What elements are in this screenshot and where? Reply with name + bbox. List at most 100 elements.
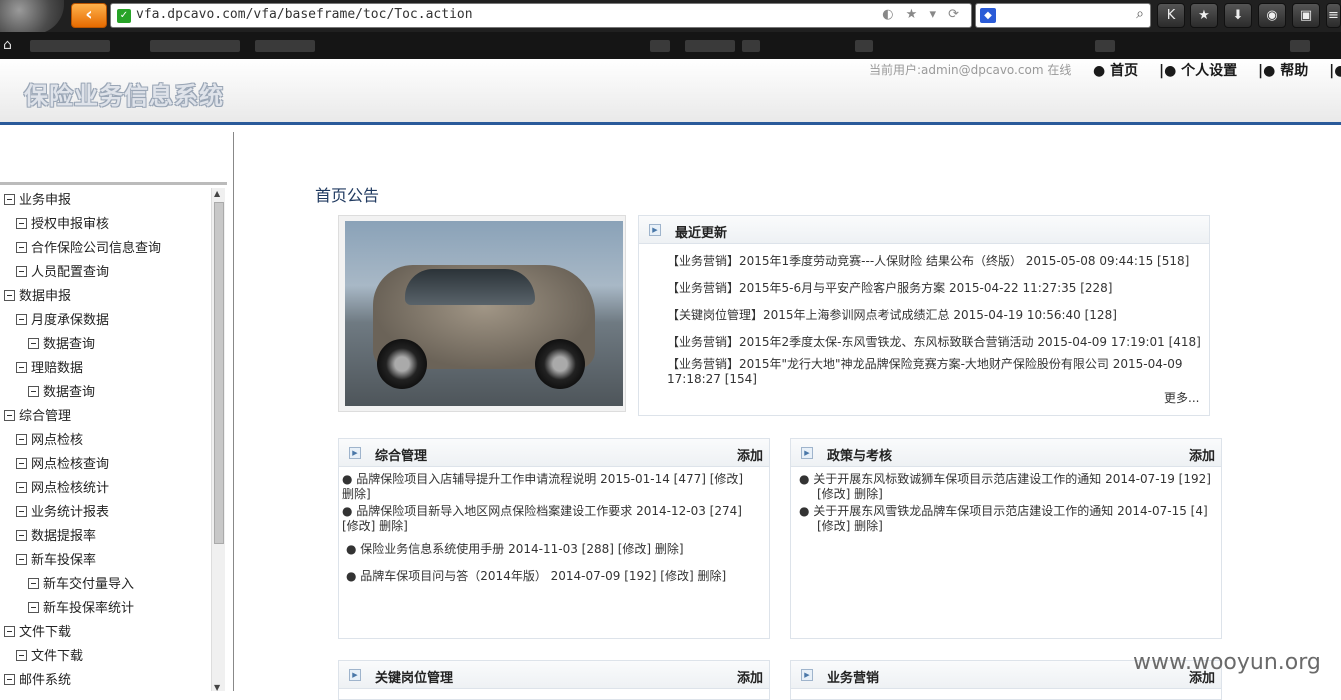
list-item[interactable]: 【业务营销】2015年5-6月与平安产险客户服务方案 2015-04-22 11… [667, 281, 1112, 296]
tree-item-label[interactable]: 理赔数据 [31, 361, 83, 376]
list-item[interactable]: ● 关于开展东风雪铁龙品牌车保项目示范店建设工作的通知 2014-07-15 [… [799, 504, 1219, 534]
tree-collapse-icon[interactable] [16, 242, 27, 253]
tree-item-label[interactable]: 网点检核 [31, 433, 83, 448]
bookmark-item[interactable] [855, 40, 873, 52]
keypost-add-button[interactable]: 添加 [737, 667, 763, 686]
tree-collapse-icon[interactable] [16, 554, 27, 565]
k-icon[interactable]: K [1157, 3, 1185, 28]
tree-item-label[interactable]: 综合管理 [19, 409, 71, 424]
bookmark-item[interactable] [150, 40, 240, 52]
tree-collapse-icon[interactable] [16, 218, 27, 229]
tree-collapse-icon[interactable] [16, 482, 27, 493]
tree-collapse-icon[interactable] [16, 458, 27, 469]
list-item-text[interactable]: 【业务营销】2015年"龙行大地"神龙品牌保险竞赛方案-大地财产保险股份有限公司… [667, 357, 1197, 372]
bookmark-item[interactable] [255, 40, 315, 52]
tree-item-label[interactable]: 人员配置查询 [31, 265, 109, 280]
list-item[interactable]: ● 品牌保险项目入店辅导提升工作申请流程说明 2015-01-14 [477] … [342, 472, 766, 502]
tree-item-label[interactable]: 文件下载 [31, 649, 83, 664]
list-item[interactable]: ● 保险业务信息系统使用手册 2014-11-03 [288] [修改] 删除] [346, 542, 684, 557]
tree-collapse-icon[interactable] [28, 338, 39, 349]
star-icon[interactable]: ★ [1190, 3, 1218, 28]
tree-item[interactable]: 数据查询 [28, 333, 95, 353]
tree-item[interactable]: 授权申报审核 [16, 213, 109, 233]
tree-item[interactable]: 数据查询 [28, 381, 95, 401]
list-item-text[interactable]: ● 品牌保险项目新导入地区网点保险档案建设工作要求 2014-12-03 [27… [342, 504, 766, 519]
url-text[interactable]: vfa.dpcavo.com/vfa/baseframe/toc/Toc.act… [136, 7, 473, 22]
tree-item[interactable]: 数据申报 [4, 285, 71, 305]
list-item[interactable]: 【业务营销】2015年2季度太保-东风雪铁龙、东风标致联合营销活动 2015-0… [667, 335, 1201, 350]
tree-item-label[interactable]: 新车投保率统计 [43, 601, 134, 616]
tree-item[interactable]: 人员配置查询 [16, 261, 109, 281]
bookmark-item[interactable] [650, 40, 670, 52]
tree-collapse-icon[interactable] [16, 314, 27, 325]
scroll-up-icon[interactable]: ▲ [214, 189, 220, 198]
tree-item[interactable]: 业务申报 [4, 189, 71, 209]
list-item-text[interactable]: 【业务营销】2015年2季度太保-东风雪铁龙、东风标致联合营销活动 2015-0… [667, 335, 1201, 349]
bookmark-item[interactable] [1290, 40, 1310, 52]
list-item-text[interactable]: 【业务营销】2015年5-6月与平安产险客户服务方案 2015-04-22 11… [667, 281, 1112, 295]
tree-item[interactable]: 文件下载 [16, 645, 83, 665]
tree-item-label[interactable]: 业务申报 [19, 193, 71, 208]
tree-item-label[interactable]: 授权申报审核 [31, 217, 109, 232]
tree-item-label[interactable]: 月度承保数据 [31, 313, 109, 328]
tree-item-label[interactable]: 新车投保率 [31, 553, 96, 568]
tree-item-label[interactable]: 数据提报率 [31, 529, 96, 544]
tree-collapse-icon[interactable] [16, 530, 27, 541]
list-item[interactable]: 【关键岗位管理】2015年上海参训网点考试成绩汇总 2015-04-19 10:… [667, 308, 1117, 323]
tree-item[interactable]: 新车交付量导入 [28, 573, 134, 593]
tree-item-label[interactable]: 合作保险公司信息查询 [31, 241, 161, 256]
tree-item[interactable]: 数据提报率 [16, 525, 96, 545]
tree-item[interactable]: 月度承保数据 [16, 309, 109, 329]
search-icon[interactable]: ⌕ [1136, 6, 1144, 22]
tree-collapse-icon[interactable] [28, 578, 39, 589]
url-bar-icons[interactable]: ◐ ★ ▾ ⟳ [882, 7, 963, 22]
scroll-thumb[interactable] [214, 202, 224, 544]
tree-item[interactable]: 网点检核统计 [16, 477, 109, 497]
tree-item-label[interactable]: 邮件系统 [19, 673, 71, 688]
list-item-text[interactable]: ● 品牌保险项目入店辅导提升工作申请流程说明 2015-01-14 [477] … [342, 472, 766, 487]
admin-add-button[interactable]: 添加 [737, 445, 763, 464]
firefox-logo-icon[interactable] [0, 0, 64, 34]
download-icon[interactable]: ⬇ [1224, 3, 1252, 28]
tree-item-label[interactable]: 数据查询 [43, 385, 95, 400]
bookmark-item[interactable] [685, 40, 735, 52]
list-item-actions[interactable]: [修改] 删除] [799, 487, 1219, 502]
list-item-text[interactable]: 【关键岗位管理】2015年上海参训网点考试成绩汇总 2015-04-19 10:… [667, 308, 1117, 322]
tv-icon[interactable]: ▣ [1292, 3, 1320, 28]
tree-item[interactable]: 邮件系统 [4, 669, 71, 689]
list-item-text[interactable]: ● 关于开展东风雪铁龙品牌车保项目示范店建设工作的通知 2014-07-15 [… [799, 504, 1219, 519]
tree-item[interactable]: 合作保险公司信息查询 [16, 237, 161, 257]
search-box[interactable]: ◆ ⌕ [975, 3, 1151, 28]
tree-collapse-icon[interactable] [16, 650, 27, 661]
tree-collapse-icon[interactable] [16, 506, 27, 517]
tree-item[interactable]: 理赔数据 [16, 357, 83, 377]
bookmark-item[interactable] [30, 40, 110, 52]
search-engine-icon[interactable]: ◆ [980, 8, 996, 23]
tree-collapse-icon[interactable] [16, 434, 27, 445]
nav-logout[interactable]: |● 登出 [1329, 63, 1341, 79]
tree-collapse-icon[interactable] [4, 626, 15, 637]
nav-home[interactable]: ● 首页 [1093, 63, 1146, 79]
tree-item[interactable]: 网点检核 [16, 429, 83, 449]
list-item[interactable]: 【业务营销】2015年"龙行大地"神龙品牌保险竞赛方案-大地财产保险股份有限公司… [667, 357, 1197, 387]
list-item-text-cont[interactable]: 17:18:27 [154] [667, 372, 1197, 387]
nav-home-label[interactable]: 首页 [1110, 63, 1138, 79]
tree-collapse-icon[interactable] [16, 266, 27, 277]
nav-help-label[interactable]: 帮助 [1280, 63, 1308, 79]
bookmark-item[interactable] [1095, 40, 1115, 52]
tree-item[interactable]: 文件下载 [4, 621, 71, 641]
list-item[interactable]: ● 品牌车保项目问与答（2014年版） 2014-07-09 [192] [修改… [346, 569, 726, 584]
scroll-down-icon[interactable]: ▼ [214, 683, 220, 691]
list-item-actions[interactable]: 删除] [342, 487, 766, 502]
policy-add-button[interactable]: 添加 [1189, 445, 1215, 464]
list-item-text[interactable]: ● 关于开展东风标致诚狮车保项目示范店建设工作的通知 2014-07-19 [1… [799, 472, 1219, 487]
tree-scrollbar[interactable]: ▲ ▼ [211, 188, 225, 691]
tree-collapse-icon[interactable] [4, 410, 15, 421]
tree-item-label[interactable]: 新车交付量导入 [43, 577, 134, 592]
tree-item-label[interactable]: 网点检核查询 [31, 457, 109, 472]
list-item-text[interactable]: 【业务营销】2015年1季度劳动竞赛---人保财险 结果公布（终版） 2015-… [667, 254, 1189, 268]
tree-collapse-icon[interactable] [4, 674, 15, 685]
tree-item-label[interactable]: 数据申报 [19, 289, 71, 304]
nav-settings-label[interactable]: 个人设置 [1181, 63, 1237, 79]
list-item-actions[interactable]: [修改] 删除] [799, 519, 1219, 534]
